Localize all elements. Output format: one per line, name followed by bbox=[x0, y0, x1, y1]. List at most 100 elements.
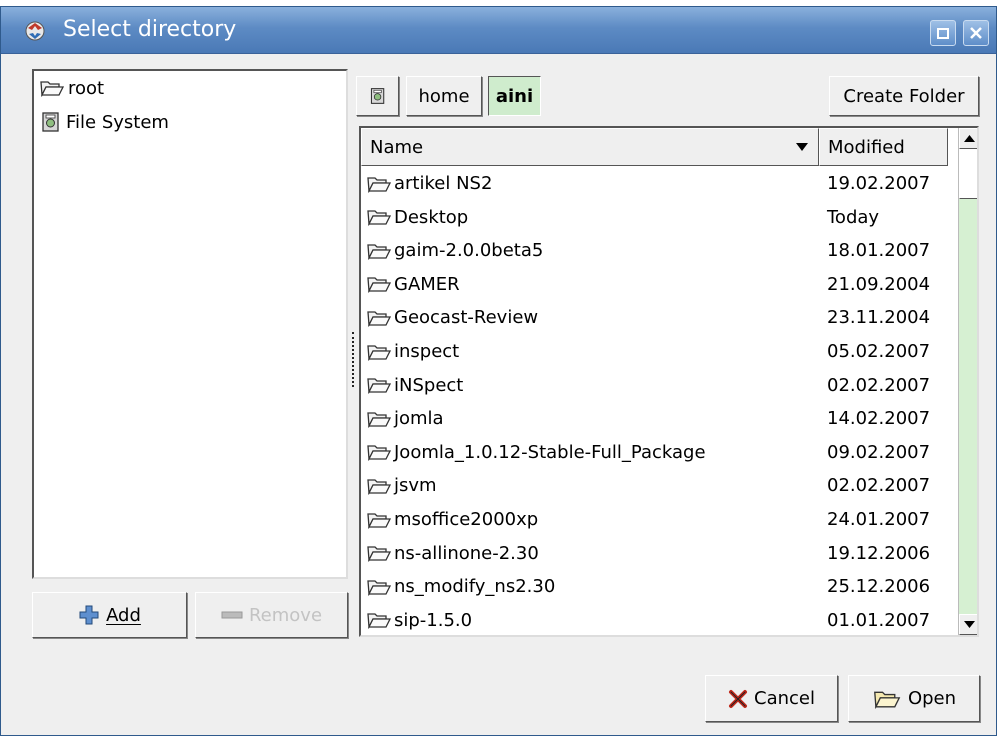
item-modified: 14.02.2007 bbox=[827, 408, 931, 430]
list-item[interactable]: ns-allinone-2.30 19.12.2006 bbox=[361, 538, 948, 572]
item-name: iNSpect bbox=[394, 374, 464, 396]
plus-icon bbox=[79, 605, 99, 625]
create-folder-button[interactable]: Create Folder bbox=[829, 76, 979, 116]
folder-icon bbox=[367, 244, 391, 260]
list-item[interactable]: gaim-2.0.0beta5 18.01.2007 bbox=[361, 235, 948, 269]
item-name-cell: inspect bbox=[367, 341, 459, 362]
item-name-cell: GAMER bbox=[367, 274, 460, 295]
item-name: Desktop bbox=[394, 206, 469, 228]
folder-icon bbox=[367, 277, 391, 294]
item-name-cell: Desktop bbox=[367, 207, 468, 228]
column-header-name[interactable]: Name bbox=[361, 128, 819, 166]
item-name: jomla bbox=[394, 408, 444, 430]
item-name: ns_modify_ns2.30 bbox=[394, 576, 556, 598]
add-place-button[interactable]: Add bbox=[32, 592, 187, 638]
place-item-root[interactable]: root bbox=[40, 75, 104, 101]
folder-icon bbox=[367, 546, 391, 563]
item-modified: 09.02.2007 bbox=[827, 441, 931, 463]
select-directory-dialog: Select directory root File System Add Re… bbox=[0, 6, 997, 736]
close-icon bbox=[970, 27, 982, 39]
item-name-cell: iNSpect bbox=[367, 375, 463, 396]
maximize-button[interactable] bbox=[930, 20, 956, 46]
item-modified: 25.12.2006 bbox=[827, 576, 931, 598]
list-item[interactable]: inspect 05.02.2007 bbox=[361, 336, 948, 370]
item-name: Joomla_1.0.12-Stable-Full_Package bbox=[394, 441, 706, 463]
scroll-thumb[interactable] bbox=[959, 149, 977, 199]
folder-icon bbox=[367, 412, 391, 428]
column-header-modified[interactable]: Modified bbox=[819, 128, 948, 166]
item-modified: 01.01.2007 bbox=[827, 609, 931, 631]
places-list[interactable]: root File System bbox=[32, 69, 348, 579]
list-item[interactable]: jomla 14.02.2007 bbox=[361, 403, 948, 437]
list-item[interactable]: Geocast-Review 23.11.2004 bbox=[361, 302, 948, 336]
title-bar[interactable]: Select directory bbox=[1, 7, 996, 54]
place-label: File System bbox=[66, 111, 169, 133]
cancel-icon bbox=[729, 689, 747, 708]
item-modified: 19.12.2006 bbox=[827, 542, 931, 564]
folder-icon bbox=[40, 81, 64, 97]
item-name-cell: ns_modify_ns2.30 bbox=[367, 576, 555, 597]
folder-icon bbox=[367, 613, 391, 630]
open-folder-icon bbox=[874, 691, 901, 709]
item-name: msoffice2000xp bbox=[394, 509, 539, 530]
item-modified: 21.09.2004 bbox=[827, 273, 931, 295]
open-label: Open bbox=[907, 688, 957, 709]
list-item[interactable]: ns_modify_ns2.30 25.12.2006 bbox=[361, 571, 948, 605]
list-item[interactable]: msoffice2000xp 24.01.2007 bbox=[361, 504, 948, 538]
list-item[interactable]: Joomla_1.0.12-Stable-Full_Package 09.02.2… bbox=[361, 437, 948, 471]
folder-icon bbox=[367, 512, 391, 529]
item-modified: 02.02.2007 bbox=[827, 374, 931, 396]
drive-icon bbox=[42, 112, 59, 132]
sort-down-icon bbox=[796, 143, 808, 151]
column-label: Modified bbox=[828, 136, 905, 158]
list-item[interactable]: iNSpect 02.02.2007 bbox=[361, 370, 948, 404]
folder-icon bbox=[367, 378, 391, 395]
scroll-up-button[interactable] bbox=[959, 128, 977, 149]
folder-icon bbox=[367, 445, 391, 462]
drive-icon bbox=[370, 88, 384, 104]
list-item[interactable]: sip-1.5.0 01.01.2007 bbox=[361, 605, 948, 635]
item-modified: Today bbox=[827, 206, 880, 228]
minus-icon bbox=[221, 611, 243, 619]
item-name: artikel NS2 bbox=[394, 173, 493, 194]
vertical-scrollbar[interactable] bbox=[958, 128, 977, 635]
item-modified: 02.02.2007 bbox=[827, 475, 931, 497]
item-name-cell: sip-1.5.0 bbox=[367, 610, 472, 631]
item-name: sip-1.5.0 bbox=[394, 609, 473, 631]
arrow-down-icon bbox=[964, 621, 975, 628]
pane-splitter[interactable] bbox=[352, 332, 356, 387]
maximize-icon bbox=[937, 28, 949, 39]
window-title: Select directory bbox=[63, 17, 237, 42]
place-label: root bbox=[68, 77, 105, 99]
path-root-button[interactable] bbox=[356, 76, 399, 116]
directory-list[interactable]: Name Modified artikel NS2 19.02.2007 Deskt… bbox=[359, 126, 979, 637]
path-segment-aini[interactable]: aini bbox=[488, 76, 541, 116]
item-name: gaim-2.0.0beta5 bbox=[394, 240, 544, 262]
item-modified: 23.11.2004 bbox=[827, 307, 931, 329]
item-name-cell: jomla bbox=[367, 408, 444, 429]
close-button[interactable] bbox=[963, 20, 989, 46]
list-item[interactable]: GAMER 21.09.2004 bbox=[361, 269, 948, 303]
list-item[interactable]: artikel NS2 19.02.2007 bbox=[361, 168, 948, 202]
scroll-down-button[interactable] bbox=[959, 614, 977, 635]
item-name: jsvm bbox=[394, 475, 437, 497]
folder-icon bbox=[367, 479, 391, 495]
cancel-button[interactable]: Cancel bbox=[705, 675, 838, 722]
cancel-label: Cancel bbox=[754, 688, 815, 709]
item-modified: 24.01.2007 bbox=[827, 509, 931, 530]
remove-place-button[interactable]: Remove bbox=[195, 592, 348, 638]
item-name-cell: artikel NS2 bbox=[367, 173, 492, 194]
item-name-cell: ns-allinone-2.30 bbox=[367, 543, 539, 564]
app-icon bbox=[25, 21, 45, 41]
place-item-file-system[interactable]: File System bbox=[40, 109, 169, 135]
folder-icon bbox=[367, 580, 391, 596]
list-item[interactable]: Desktop Today bbox=[361, 202, 948, 236]
item-name-cell: Geocast-Review bbox=[367, 307, 538, 328]
open-button[interactable]: Open bbox=[848, 675, 980, 722]
list-item[interactable]: jsvm 02.02.2007 bbox=[361, 470, 948, 504]
folder-icon bbox=[367, 210, 391, 227]
path-segment-home[interactable]: home bbox=[406, 76, 482, 116]
item-modified: 18.01.2007 bbox=[827, 240, 931, 262]
item-name: GAMER bbox=[394, 273, 460, 295]
folder-icon bbox=[367, 311, 391, 327]
